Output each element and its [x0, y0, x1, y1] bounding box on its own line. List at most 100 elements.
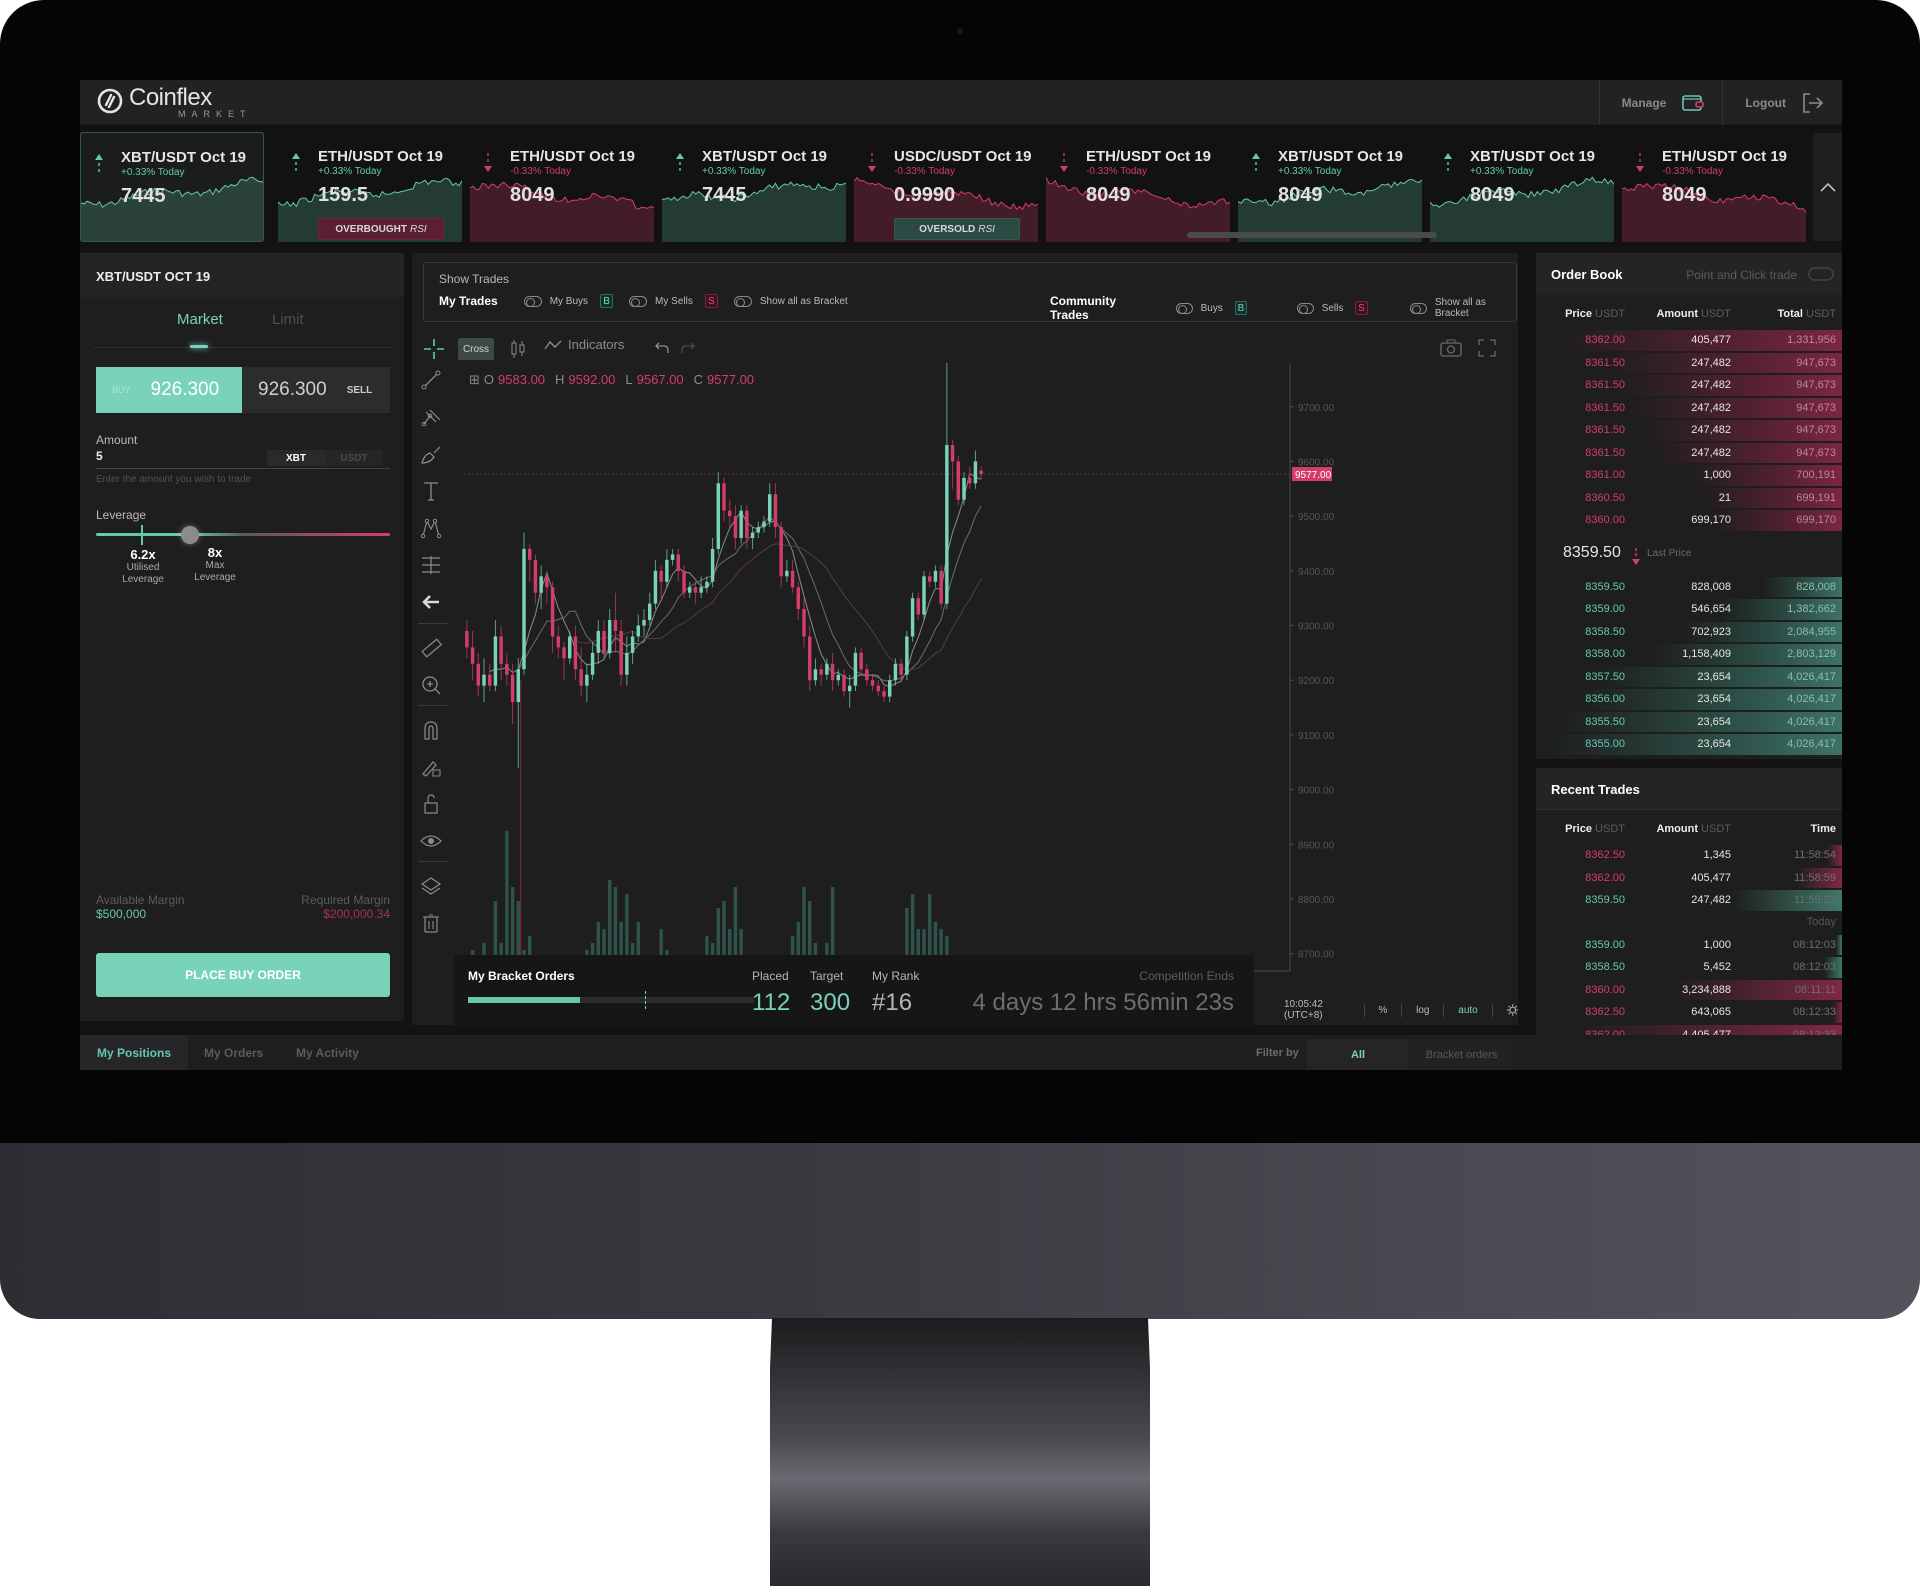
collapse-ticker-button[interactable] [1813, 133, 1842, 241]
price-chart[interactable]: 9700.00 9600.00 9500.00 9400.00 9300.00 9200.… [464, 363, 1516, 981]
order-book-row[interactable]: 8355.50 23,654 4,026,417 [1536, 711, 1842, 734]
row-price: 8362.00 [1585, 334, 1625, 346]
candle-body [653, 570, 658, 604]
pitchfork-icon[interactable] [420, 406, 442, 428]
redo-icon[interactable] [680, 341, 696, 355]
order-book-row[interactable]: 8361.50 247,482 947,673 [1536, 442, 1842, 465]
logout-button[interactable]: Logout [1722, 80, 1842, 125]
ticker-card[interactable]: ETH/USDT Oct 19 +0.33% Today 159.5 OVERB… [278, 132, 462, 242]
ticker-card[interactable]: ETH/USDT Oct 19 -0.33% Today 8049 [1622, 132, 1806, 242]
fib-retracement-icon[interactable] [420, 554, 442, 576]
buy-badge: B [1234, 301, 1248, 315]
trade-volume-bar [1835, 934, 1842, 955]
fullscreen-icon[interactable] [1478, 339, 1496, 357]
ticker-card[interactable]: XBT/USDT Oct 19 +0.33% Today 7445 [662, 132, 846, 242]
candle-body [556, 636, 560, 648]
order-book-row[interactable]: 8361.50 247,482 947,673 [1536, 352, 1842, 375]
ticker-scrollbar[interactable] [1187, 232, 1437, 238]
order-book-row[interactable]: 8361.50 247,482 947,673 [1536, 419, 1842, 442]
lock-drawing-icon[interactable] [420, 756, 442, 778]
order-book-row[interactable]: 8359.50 828,008 828,008 [1536, 576, 1842, 599]
trend-line-icon[interactable] [420, 369, 442, 391]
trash-icon[interactable] [420, 912, 442, 934]
ticker-card[interactable]: ETH/USDT Oct 19 -0.33% Today 8049 [1046, 132, 1230, 242]
buy-button[interactable]: BUY 926.300 [96, 367, 242, 413]
zoom-in-icon[interactable] [420, 674, 442, 696]
candle-body [802, 609, 806, 637]
indicators-button[interactable]: Indicators [544, 337, 624, 352]
text-icon[interactable] [420, 480, 442, 502]
tab-my-orders[interactable]: My Orders [204, 1035, 263, 1070]
row-amount: 405,477 [1691, 334, 1731, 346]
chart-settings-icon[interactable] [1506, 1003, 1518, 1017]
ruler-icon[interactable] [420, 637, 442, 659]
order-book-row[interactable]: 8361.50 247,482 947,673 [1536, 397, 1842, 420]
candle-body [688, 587, 692, 593]
tab-my-positions[interactable]: My Positions [80, 1035, 188, 1070]
community-bracket-toggle[interactable] [1410, 302, 1427, 314]
order-book-row[interactable]: 8361.50 247,482 947,673 [1536, 374, 1842, 397]
candle-body [505, 663, 509, 675]
point-click-trade-label: Point and Click trade [1686, 268, 1797, 282]
row-total: 1,331,956 [1787, 334, 1836, 346]
tab-limit[interactable]: Limit [272, 311, 304, 328]
layers-icon[interactable] [420, 875, 442, 897]
filter-bracket-button[interactable]: Bracket orders [1410, 1039, 1513, 1070]
tab-market[interactable]: Market [177, 311, 223, 328]
sparkline-area [81, 177, 263, 241]
tab-my-activity[interactable]: My Activity [296, 1035, 359, 1070]
order-book-row[interactable]: 8358.00 1,158,409 2,803,129 [1536, 643, 1842, 666]
trend-up-icon [676, 153, 684, 171]
my-sells-toggle[interactable] [629, 295, 648, 307]
unit-usdt[interactable]: USDT [325, 450, 383, 466]
order-book-row[interactable]: 8359.00 546,654 1,382,662 [1536, 598, 1842, 621]
brush-icon[interactable] [420, 443, 442, 465]
order-book-row[interactable]: 8360.50 21 699,191 [1536, 487, 1842, 510]
manage-button[interactable]: Manage [1598, 80, 1723, 125]
row-price: 8357.50 [1585, 670, 1625, 683]
ticker-card[interactable]: USDC/USDT Oct 19 -0.33% Today 0.9990 OVE… [854, 132, 1038, 242]
place-buy-order-button[interactable]: PLACE BUY ORDER [96, 953, 390, 997]
order-book-row[interactable]: 8358.50 702,923 2,084,955 [1536, 621, 1842, 644]
undo-icon[interactable] [654, 341, 670, 355]
candles-icon[interactable] [510, 339, 526, 359]
filter-all-button[interactable]: All [1307, 1039, 1409, 1070]
auto-scale-button[interactable]: auto [1458, 1005, 1477, 1016]
my-bracket-toggle[interactable] [733, 295, 752, 307]
pattern-icon[interactable] [420, 517, 442, 539]
sell-button[interactable]: 926.300 SELL [242, 367, 390, 413]
ticker-card[interactable]: XBT/USDT Oct 19 +0.33% Today 8049 [1430, 132, 1614, 242]
order-book-row[interactable]: 8360.00 699,170 699,170 [1536, 509, 1842, 532]
today-divider: Today [1536, 912, 1842, 934]
unlock-icon[interactable] [420, 793, 442, 815]
amount-input[interactable]: 5 [96, 449, 103, 463]
ticker-card[interactable]: XBT/USDT Oct 19 +0.33% Today 8049 [1238, 132, 1422, 242]
order-book-row[interactable]: 8362.00 405,477 1,331,956 [1536, 329, 1842, 352]
ticker-card[interactable]: ETH/USDT Oct 19 -0.33% Today 8049 [470, 132, 654, 242]
candle-body [750, 532, 755, 539]
order-book-row[interactable]: 8355.00 23,654 4,026,417 [1536, 733, 1842, 756]
sell-price: 926.300 [258, 379, 327, 400]
magnet-icon[interactable] [420, 719, 442, 741]
point-click-toggle-icon[interactable] [1808, 267, 1834, 281]
back-arrow-icon[interactable] [420, 591, 442, 613]
unit-xbt[interactable]: XBT [267, 450, 325, 466]
crosshair-icon[interactable] [422, 337, 446, 361]
row-price: 8358.50 [1585, 625, 1625, 638]
row-total: 947,673 [1796, 356, 1836, 369]
candle-body [733, 516, 738, 539]
trend-up-icon [292, 153, 300, 171]
eye-icon[interactable] [420, 830, 442, 852]
ticker-card[interactable]: XBT/USDT Oct 19 +0.33% Today 7445 [80, 132, 264, 242]
camera-icon[interactable] [1440, 339, 1462, 357]
my-buys-toggle[interactable] [523, 295, 542, 307]
community-sells-toggle[interactable] [1296, 302, 1314, 314]
app-screen: Coinflex MARKET Manage Logout XBT/USDT O… [80, 80, 1842, 1070]
order-book-row[interactable]: 8356.00 23,654 4,026,417 [1536, 688, 1842, 711]
log-scale-button[interactable]: log [1416, 1005, 1429, 1016]
leverage-slider-thumb[interactable] [181, 526, 200, 544]
community-buys-toggle[interactable] [1175, 302, 1193, 314]
order-book-row[interactable]: 8357.50 23,654 4,026,417 [1536, 666, 1842, 689]
order-book-row[interactable]: 8361.00 1,000 700,191 [1536, 464, 1842, 487]
percent-scale-button[interactable]: % [1378, 1005, 1387, 1016]
